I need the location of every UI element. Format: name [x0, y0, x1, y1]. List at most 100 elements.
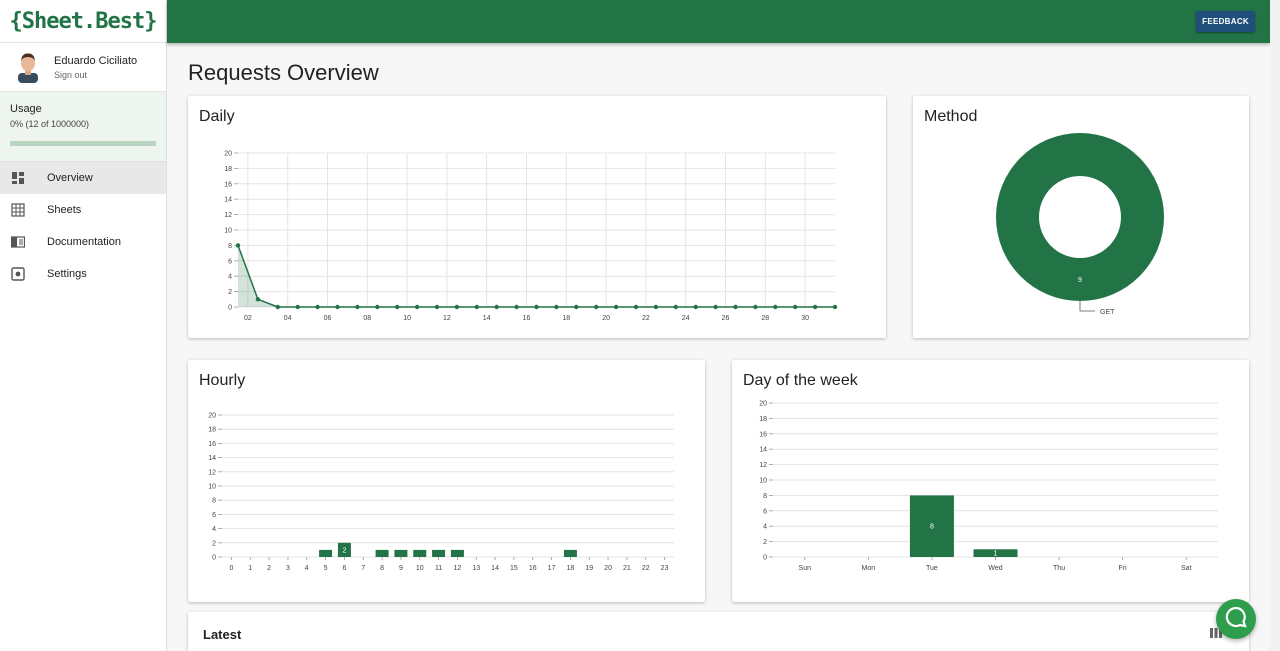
- x-tick-label: 22: [642, 315, 650, 322]
- daily-chart: 0246810121416182002 04 06 08 10 12 14 16 18 20 22 2…: [224, 151, 838, 322]
- data-point: [275, 304, 280, 310]
- x-tick-label: 13: [472, 565, 480, 572]
- x-tick-label: 16: [523, 315, 531, 322]
- x-tick-label: 12: [443, 315, 451, 322]
- hourly-card: Hourly 0 2 4 6 8 10 12 14 16 18 20 0 1 2 3 4 5 6 2 7 8 9 10 11 1…: [188, 360, 705, 602]
- x-tick-label: 1: [248, 565, 252, 572]
- x-tick-label: 2: [267, 565, 271, 572]
- data-point: [335, 304, 340, 310]
- gear-icon: [11, 267, 25, 281]
- y-tick-label: 0: [212, 555, 216, 562]
- bar: [319, 549, 333, 557]
- data-point: [574, 304, 579, 310]
- y-tick-label: 10: [224, 228, 232, 235]
- x-tick-label: 08: [363, 315, 371, 322]
- scrollbar[interactable]: [1270, 0, 1280, 651]
- x-tick-label: 10: [403, 315, 411, 322]
- x-tick-label: 18: [567, 565, 575, 572]
- y-tick-label: 8: [763, 493, 767, 500]
- bar: [563, 549, 577, 557]
- chat-button[interactable]: [1216, 599, 1256, 639]
- x-tick-label: 04: [284, 315, 292, 322]
- user-name: Eduardo Ciciliato: [54, 54, 138, 67]
- y-tick-label: 18: [208, 427, 216, 434]
- data-point: [633, 304, 639, 310]
- x-tick-label: 11: [435, 565, 442, 572]
- data-point: [733, 304, 738, 310]
- bar-value-label: 8: [930, 524, 934, 531]
- x-tick-label: Sun: [799, 565, 812, 572]
- y-tick-label: 2: [763, 539, 767, 546]
- x-tick-label: 22: [642, 565, 650, 572]
- y-tick-label: 8: [228, 243, 232, 250]
- data-point: [713, 304, 718, 310]
- sign-out-link[interactable]: Sign out: [54, 70, 137, 80]
- data-point: [653, 304, 659, 310]
- data-point: [375, 304, 380, 310]
- sidebar-item-settings[interactable]: Settings: [0, 258, 166, 290]
- data-point: [693, 304, 698, 310]
- data-point: [235, 243, 241, 248]
- bar: [394, 549, 408, 557]
- x-tick-label: 14: [491, 565, 499, 572]
- top-bar: FEEDBACK: [167, 0, 1270, 43]
- sidebar: {Sheet.Best} Eduardo Ciciliato Sign out …: [0, 0, 167, 651]
- usage-panel: Usage 0% (12 of 1000000): [0, 92, 166, 162]
- y-tick-label: 12: [759, 462, 767, 469]
- y-tick-label: 14: [759, 447, 767, 454]
- data-point: [793, 304, 798, 310]
- x-tick-label: 21: [623, 565, 631, 572]
- y-tick-label: 4: [212, 526, 216, 533]
- x-tick-label: 4: [305, 565, 309, 572]
- x-tick-label: 6: [342, 565, 346, 572]
- usage-text: 0% (12 of 1000000): [10, 119, 90, 129]
- y-tick-label: 14: [224, 197, 232, 204]
- sidebar-item-overview[interactable]: Overview: [0, 162, 166, 194]
- y-tick-label: 10: [208, 484, 216, 491]
- page-title: Requests Overview: [188, 60, 379, 85]
- weekday-chart: 0 2 4 6 8 10 12 14 16 18 20 Sun Mon Tue 8 Wed 1 Thu Fri Sat: [759, 401, 1218, 572]
- y-tick-label: 4: [228, 274, 232, 281]
- x-tick-label: 8: [380, 565, 384, 572]
- sidebar-item-sheets[interactable]: Sheets: [0, 194, 166, 226]
- data-point: [474, 304, 479, 310]
- daily-card: Daily 0 2 4 6 8 10 12 14 16 18 20 02 04 06 08 10 12 14 16 1…: [188, 96, 886, 338]
- data-point: [494, 304, 499, 310]
- method-card: Method 9 GET: [913, 96, 1249, 338]
- data-point: [534, 304, 539, 310]
- x-tick-label: Mon: [862, 565, 876, 572]
- y-tick-label: 16: [759, 431, 767, 438]
- bar-value-label: 2: [342, 547, 346, 554]
- sidebar-item-label: Settings: [47, 268, 87, 280]
- sidebar-item-documentation[interactable]: Documentation: [0, 226, 166, 258]
- usage-title: Usage: [10, 103, 42, 115]
- y-tick-label: 12: [224, 212, 232, 219]
- y-tick-label: 18: [224, 166, 232, 173]
- y-tick-label: 20: [759, 401, 767, 408]
- y-tick-label: 8: [212, 498, 216, 505]
- logo-text: {Sheet.Best}: [9, 8, 158, 34]
- y-tick-label: 18: [759, 416, 767, 423]
- x-tick-label: 15: [510, 565, 518, 572]
- usage-progress-bar: [10, 141, 156, 146]
- chat-icon: [1224, 605, 1248, 634]
- data-point: [355, 304, 360, 310]
- y-tick-label: 0: [228, 305, 232, 312]
- y-tick-label: 2: [212, 540, 216, 547]
- data-point: [554, 304, 559, 310]
- y-tick-label: 4: [763, 524, 767, 531]
- book-icon: [11, 235, 25, 249]
- feedback-button[interactable]: FEEDBACK: [1196, 11, 1255, 32]
- bar-value-label: 1: [994, 551, 998, 558]
- latest-title: Latest: [203, 627, 242, 642]
- x-tick-label: Thu: [1053, 565, 1065, 572]
- x-tick-label: 14: [483, 315, 491, 322]
- x-tick-label: 3: [286, 565, 290, 572]
- grid-icon: [11, 203, 25, 217]
- data-point: [514, 304, 519, 310]
- y-tick-label: 0: [763, 555, 767, 562]
- logo[interactable]: {Sheet.Best}: [0, 0, 166, 43]
- x-tick-label: Fri: [1119, 565, 1128, 572]
- data-point: [832, 304, 838, 310]
- hourly-chart: 024681012141618200 1 2 3 4 5 627 8 9 10 11 12 13 14 15…: [208, 413, 674, 572]
